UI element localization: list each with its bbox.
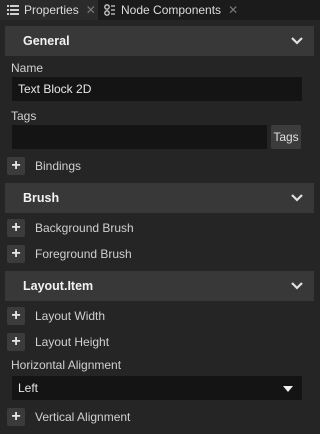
name-field[interactable]: Text Block 2D bbox=[12, 77, 302, 101]
property-label: Background Brush bbox=[35, 221, 134, 235]
property-label: Foreground Brush bbox=[35, 247, 132, 261]
properties-panel: General Name Text Block 2D Tags Tags + B… bbox=[0, 20, 320, 434]
property-bindings: + Bindings bbox=[0, 155, 320, 177]
close-icon[interactable]: ✕ bbox=[86, 3, 96, 17]
expand-plus-icon[interactable]: + bbox=[7, 157, 25, 175]
property-label: Layout Height bbox=[35, 335, 110, 349]
chevron-down-icon[interactable] bbox=[290, 280, 304, 292]
property-vertical-alignment: + Vertical Alignment bbox=[0, 406, 320, 428]
tab-bar: Properties ✕ Node Components ✕ bbox=[0, 0, 320, 20]
horizontal-alignment-dropdown[interactable]: Left bbox=[12, 376, 302, 400]
list-icon bbox=[7, 4, 19, 16]
section-layout-item-header[interactable]: Layout.Item bbox=[5, 271, 314, 301]
expand-plus-icon[interactable]: + bbox=[7, 307, 25, 325]
expand-plus-icon[interactable]: + bbox=[7, 408, 25, 426]
tab-node-components-label: Node Components bbox=[121, 3, 222, 17]
name-label: Name bbox=[11, 61, 44, 75]
close-icon[interactable]: ✕ bbox=[228, 3, 238, 17]
property-layout-height: + Layout Height bbox=[0, 331, 320, 353]
horizontal-alignment-value: Left bbox=[18, 381, 39, 395]
horizontal-alignment-label: Horizontal Alignment bbox=[11, 358, 122, 372]
property-label: Vertical Alignment bbox=[35, 410, 131, 424]
tab-node-components[interactable]: Node Components ✕ bbox=[104, 0, 244, 20]
expand-plus-icon[interactable]: + bbox=[7, 333, 25, 351]
section-brush-header[interactable]: Brush bbox=[5, 183, 314, 213]
tab-properties-label: Properties bbox=[24, 3, 79, 17]
expand-plus-icon[interactable]: + bbox=[7, 219, 25, 237]
property-layout-width: + Layout Width bbox=[0, 305, 320, 327]
tags-label: Tags bbox=[11, 109, 37, 123]
chevron-down-icon[interactable] bbox=[290, 192, 304, 204]
section-title: General bbox=[23, 34, 70, 48]
section-general-header[interactable]: General bbox=[5, 26, 314, 56]
property-label: Layout Width bbox=[35, 309, 106, 323]
expand-plus-icon[interactable]: + bbox=[7, 245, 25, 263]
tab-properties[interactable]: Properties ✕ bbox=[0, 0, 98, 20]
section-title: Brush bbox=[23, 191, 60, 205]
tags-input[interactable] bbox=[12, 125, 267, 149]
property-background-brush: + Background Brush bbox=[0, 217, 320, 239]
property-label: Bindings bbox=[35, 159, 82, 173]
node-components-icon bbox=[104, 4, 116, 16]
property-foreground-brush: + Foreground Brush bbox=[0, 243, 320, 265]
dropdown-arrow-icon[interactable] bbox=[283, 386, 293, 392]
tags-button[interactable]: Tags bbox=[271, 125, 301, 149]
chevron-down-icon[interactable] bbox=[290, 35, 304, 47]
section-title: Layout.Item bbox=[23, 279, 94, 293]
